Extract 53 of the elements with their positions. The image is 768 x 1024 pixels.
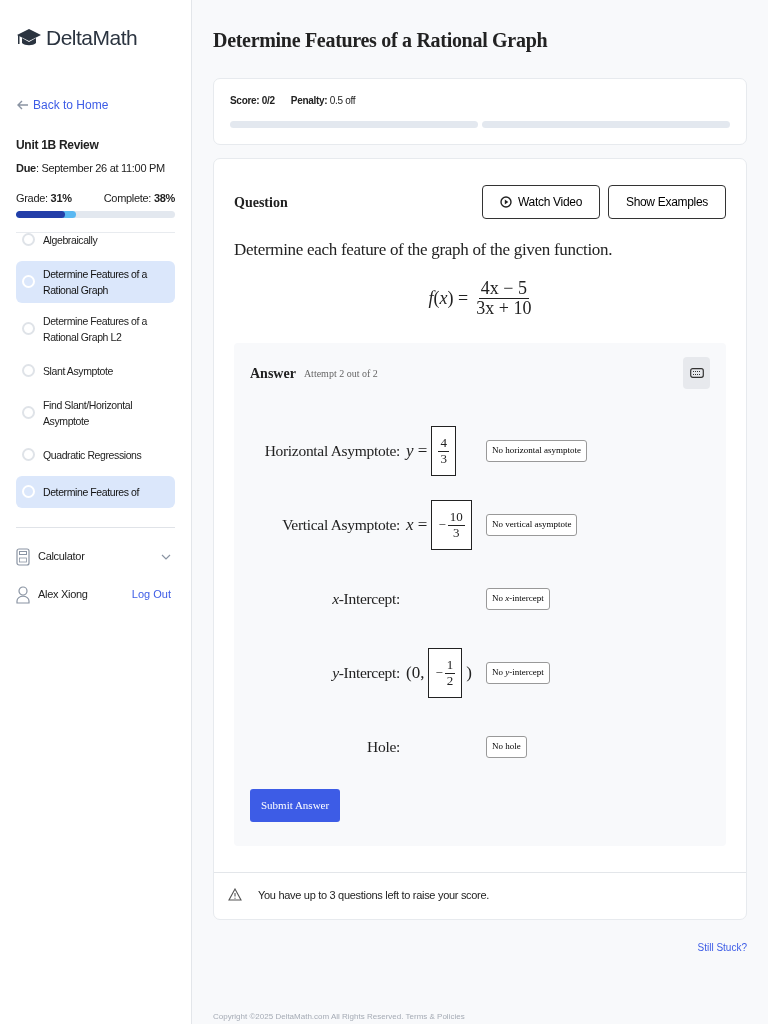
grade-text: Grade: 31% xyxy=(16,191,72,206)
no-answer-button[interactable]: No y-intercept xyxy=(486,662,550,684)
answer-label: Hole: xyxy=(366,737,400,758)
page-title: Determine Features of a Rational Graph xyxy=(213,28,549,52)
answer-label: x-Intercept: xyxy=(331,589,400,610)
score-text: Score: 0/2 xyxy=(230,94,275,108)
complete-text: Complete: 38% xyxy=(103,191,175,206)
answer-label: Horizontal Asymptote: xyxy=(263,441,400,462)
answer-heading: Answer xyxy=(250,364,296,383)
back-link[interactable]: Back to Home xyxy=(16,95,175,114)
logo-text: DeltaMath xyxy=(46,25,138,51)
warning-icon xyxy=(228,888,242,902)
sidebar-item[interactable]: Determine Features of a Rational Graph xyxy=(16,260,175,303)
keyboard-button[interactable] xyxy=(683,357,710,390)
calculator-label[interactable]: Calculator xyxy=(38,548,85,565)
chevron-down-icon[interactable] xyxy=(161,553,171,560)
watch-video-button[interactable]: Watch Video xyxy=(482,185,600,219)
question-heading: Question xyxy=(234,193,288,212)
assignment-title: Unit 1B Review xyxy=(16,136,100,154)
sidebar-item[interactable]: Determine Features of xyxy=(16,475,175,508)
no-answer-button[interactable]: No horizontal asymptote xyxy=(486,440,587,462)
graduation-cap-icon xyxy=(16,27,42,48)
user-name: Alex Xiong xyxy=(38,587,88,603)
copyright-text: Copyright ©2025 DeltaMath.com All Rights Reserved. xyxy=(213,1012,404,1022)
question-prompt: Determine each feature of the graph of the given function. xyxy=(234,239,614,261)
sidebar-item[interactable]: Algebraically xyxy=(16,232,175,256)
no-answer-button[interactable]: No x-intercept xyxy=(486,588,550,610)
calculator-icon xyxy=(16,547,30,566)
show-examples-button[interactable]: Show Examples xyxy=(608,185,726,219)
point-prefix: (0, xyxy=(406,662,425,685)
keyboard-icon xyxy=(689,368,704,379)
answer-label: y-Intercept: xyxy=(330,663,400,684)
sidebar-item[interactable]: Determine Features of a Rational Graph L2 xyxy=(16,307,175,350)
user-icon xyxy=(16,585,30,604)
back-arrow-icon xyxy=(16,99,29,110)
submit-button[interactable]: Submit Answer xyxy=(250,789,341,822)
logout-link[interactable]: Log Out xyxy=(131,586,171,603)
play-icon xyxy=(499,196,512,208)
attempt-counter: Attempt 2 out of 2 xyxy=(303,366,378,381)
sidebar-item[interactable]: Find Slant/Horizontal Asymptote xyxy=(16,391,175,434)
answer-label: Vertical Asymptote: xyxy=(281,515,400,536)
equation-lhs: y = xyxy=(406,440,428,463)
sidebar-item[interactable]: Slant Asymptote xyxy=(16,354,175,387)
answer-box[interactable]: 4 3 xyxy=(431,426,456,477)
no-answer-button[interactable]: No vertical asymptote xyxy=(486,514,578,536)
penalty-text: Penalty: 0.5 off xyxy=(290,94,356,108)
due-date: Due: September 26 at 11:00 PM xyxy=(16,160,166,176)
no-answer-button[interactable]: No hole xyxy=(486,736,527,758)
notice-text: You have up to 3 questions left to raise your score. xyxy=(258,887,490,903)
still-stuck-link[interactable]: Still Stuck? xyxy=(697,940,747,956)
point-suffix: ) xyxy=(466,662,472,685)
equation-lhs: x = xyxy=(406,514,428,537)
sidebar-item[interactable]: Quadratic Regressions xyxy=(16,438,175,471)
